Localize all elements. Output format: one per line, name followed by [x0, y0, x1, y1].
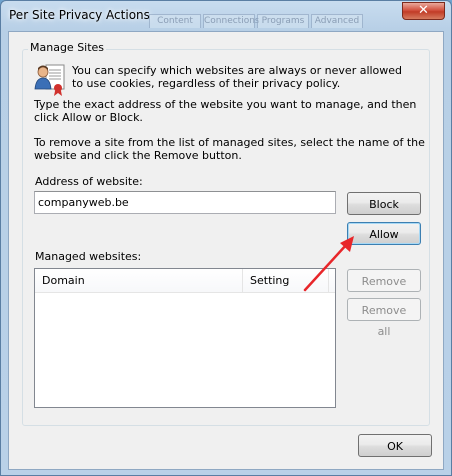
background-tab: Advanced	[311, 14, 363, 28]
background-tab: Content	[149, 14, 201, 28]
close-icon: ✕	[418, 3, 429, 18]
background-tabs: Content Connections Programs Advanced	[149, 14, 363, 28]
column-header-domain[interactable]: Domain	[35, 269, 243, 293]
remove-all-button[interactable]: Remove all	[347, 298, 421, 338]
info-text: You can specify which websites are alway…	[72, 64, 403, 90]
close-button[interactable]: ✕	[402, 2, 445, 20]
dialog-window: Per Site Privacy Actions Content Connect…	[0, 0, 452, 476]
ok-button[interactable]: OK	[358, 434, 432, 457]
privacy-person-certificate-icon	[34, 64, 65, 96]
managed-websites-label: Managed websites:	[35, 250, 142, 263]
column-header-setting[interactable]: Setting	[243, 269, 329, 293]
managed-websites-list[interactable]: Domain Setting	[34, 268, 336, 408]
window-title: Per Site Privacy Actions	[9, 8, 150, 22]
instructions-text: Type the exact address of the website yo…	[34, 98, 417, 124]
title-bar[interactable]: Per Site Privacy Actions Content Connect…	[1, 1, 451, 31]
address-label: Address of website:	[35, 175, 143, 188]
remove-instructions-text: To remove a site from the list of manage…	[34, 136, 425, 162]
background-tab: Connections	[203, 14, 260, 28]
background-tab: Programs	[257, 14, 309, 28]
block-button[interactable]: Block	[347, 192, 421, 215]
group-title: Manage Sites	[28, 41, 107, 54]
allow-button[interactable]: Allow	[347, 222, 421, 245]
list-header: Domain Setting	[35, 269, 335, 293]
dialog-body: Manage Sites You can specify which websi…	[8, 31, 444, 470]
website-address-input[interactable]: companyweb.be	[34, 191, 336, 214]
remove-button[interactable]: Remove	[347, 269, 421, 292]
